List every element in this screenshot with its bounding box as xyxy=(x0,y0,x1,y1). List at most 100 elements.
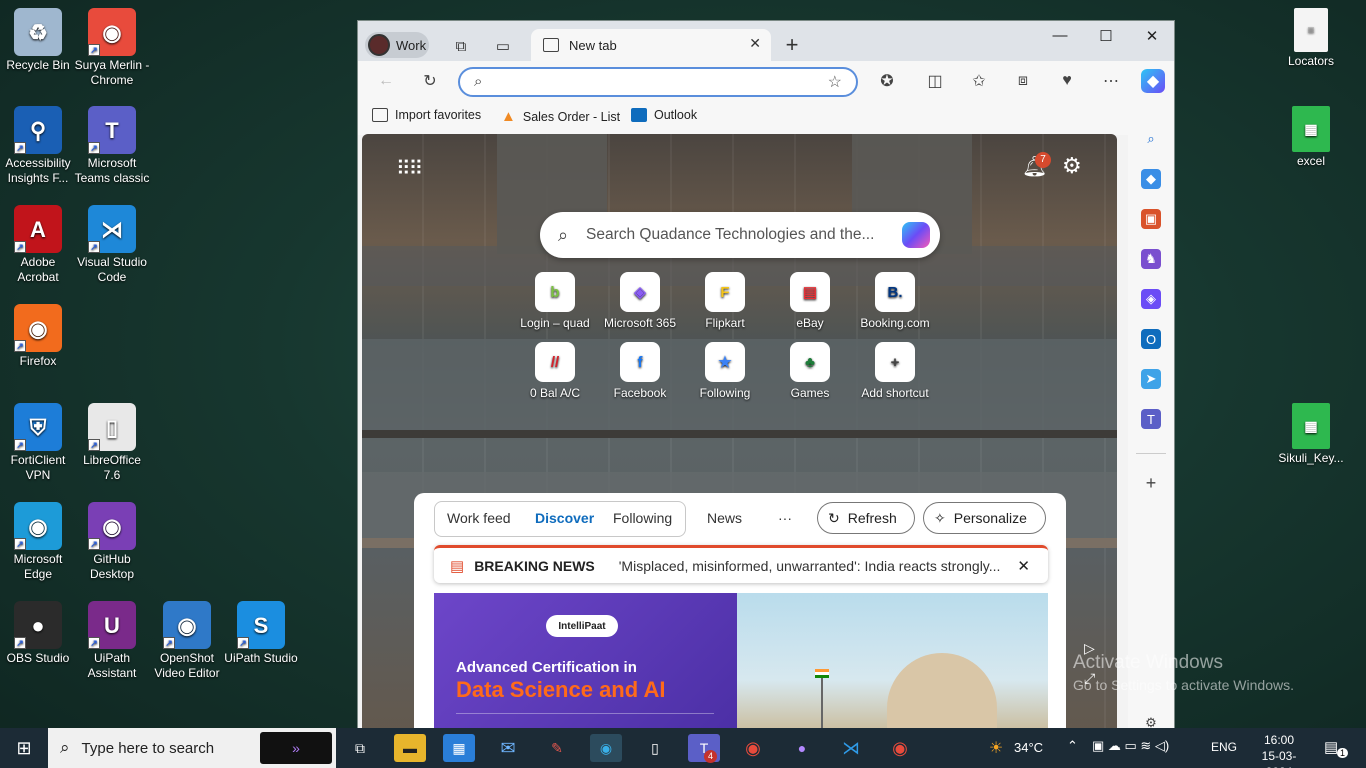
shortcut-tile[interactable]: f Facebook xyxy=(600,342,680,400)
desktop-icon-label: UiPath Studio xyxy=(224,651,298,665)
close-window-icon[interactable]: ✕ xyxy=(1132,27,1172,45)
sidebar-tools-icon[interactable]: ▣ xyxy=(1141,209,1161,229)
back-arrow-icon[interactable]: ← xyxy=(372,69,400,93)
more-menu-icon[interactable]: ⋯ xyxy=(1097,69,1125,93)
split-screen-icon[interactable]: ◫ xyxy=(921,69,949,93)
minimize-icon[interactable]: — xyxy=(1040,27,1080,44)
sidebar-teams-icon[interactable]: T xyxy=(1141,409,1161,429)
paint-icon[interactable]: ✎ xyxy=(541,734,573,762)
language-indicator[interactable]: ENG xyxy=(1211,740,1237,754)
tab-news[interactable]: News xyxy=(707,510,742,526)
shortcut-tile[interactable]: ▤ eBay xyxy=(770,272,850,330)
refresh-button[interactable]: ↻ Refresh xyxy=(817,502,915,534)
chrome-taskbar-icon[interactable]: ◉ xyxy=(737,734,769,762)
sidebar-games-icon[interactable]: ♞ xyxy=(1141,249,1161,269)
windows-start-icon[interactable]: ⊞ xyxy=(8,734,40,762)
favorite-outlook[interactable]: Outlook xyxy=(631,108,697,122)
notepad-icon[interactable]: ▯ xyxy=(639,734,671,762)
shortcut-tile[interactable]: ♣ Games xyxy=(770,342,850,400)
shortcut-icon: ♣ xyxy=(790,342,830,382)
edge-taskbar-icon[interactable]: ◉ xyxy=(590,734,622,762)
shortcut-tile[interactable]: ★ Following xyxy=(685,342,765,400)
favorites-icon[interactable]: ✩ xyxy=(965,69,993,93)
desktop-icon-firefox[interactable]: ◉ ↗ Firefox xyxy=(0,304,76,369)
spreadsheet-icon: ▦ xyxy=(1292,106,1330,152)
desktop-icon-vscode[interactable]: ⋊ ↗ Visual Studio Code xyxy=(74,205,150,285)
desktop-icon-libreoffice[interactable]: ▯ ↗ LibreOffice 7.6 xyxy=(74,403,150,483)
profile-button[interactable]: Work xyxy=(365,32,429,58)
shortcut-tile[interactable]: b Login – quad xyxy=(515,272,595,330)
extensions-icon[interactable]: ✪ xyxy=(873,69,901,93)
desktop-icon-uipath-studio[interactable]: S ↗ UiPath Studio xyxy=(223,601,299,666)
desktop-icon-recycle-bin[interactable]: ♻ Recycle Bin xyxy=(0,8,76,73)
weather-temp[interactable]: 34°C xyxy=(1014,740,1043,755)
shortcut-tile[interactable]: + Add shortcut xyxy=(855,342,935,400)
sidebar-drop-icon[interactable]: ➤ xyxy=(1141,369,1161,389)
shortcut-arrow-icon: ↗ xyxy=(88,538,100,550)
shortcut-tile[interactable]: F Flipkart xyxy=(685,272,765,330)
desktop-icon-accessibility-insights[interactable]: ⚲ ↗ Accessibility Insights F... xyxy=(0,106,76,186)
favorite-sales-order[interactable]: ▲ Sales Order - List xyxy=(501,108,620,125)
desktop-icon-locators[interactable]: ≡ Locators xyxy=(1273,8,1349,69)
address-bar[interactable]: ⌕ ☆ xyxy=(458,67,858,97)
shortcut-tile[interactable]: // 0 Bal A/C xyxy=(515,342,595,400)
collections-icon[interactable]: ⧈ xyxy=(1009,69,1037,93)
mail-icon[interactable]: ✉ xyxy=(492,734,524,762)
web-search-box[interactable]: ⌕ Search Quadance Technologies and the..… xyxy=(540,212,940,258)
task-view-icon[interactable]: ⧉ xyxy=(344,734,376,762)
desktop-icon-uipath-assistant[interactable]: U ↗ UiPath Assistant xyxy=(74,601,150,681)
shortcut-tile[interactable]: B. Booking.com xyxy=(855,272,935,330)
settings-gear-icon[interactable]: ⚙ xyxy=(1062,153,1082,179)
sidebar-m365-icon[interactable]: ◈ xyxy=(1141,289,1161,309)
desktop-icon-teams[interactable]: T ↗ Microsoft Teams classic xyxy=(74,106,150,186)
tab-following[interactable]: Following xyxy=(613,510,672,526)
desktop-icon-chrome[interactable]: ◉ ↗ Surya Merlin - Chrome xyxy=(74,8,150,88)
show-hidden-icons-icon[interactable]: ⌃ xyxy=(1067,738,1078,754)
copilot-search-icon[interactable] xyxy=(902,222,930,248)
dismiss-news-icon[interactable]: ✕ xyxy=(1017,557,1030,575)
sidebar-outlook-icon[interactable]: O xyxy=(1141,329,1161,349)
desktop-icon-excel[interactable]: ▦ excel xyxy=(1273,106,1349,169)
breaking-news-banner[interactable]: ▤ BREAKING NEWS 'Misplaced, misinformed,… xyxy=(434,545,1048,583)
tray-apps-icons[interactable]: ▣ ☁ ▭ ≋ ◁) xyxy=(1092,738,1169,754)
promo-card[interactable]: IntelliPaat Advanced Certification in Da… xyxy=(434,593,1048,729)
vscode-taskbar-icon[interactable]: ⋊ xyxy=(835,734,867,762)
file-explorer-icon[interactable]: ▬ xyxy=(394,734,426,762)
chrome-profile-taskbar-icon[interactable]: ◉ xyxy=(884,734,916,762)
more-tabs-icon[interactable]: ··· xyxy=(778,510,792,526)
desktop-icon-github-desktop[interactable]: ◉ ↗ GitHub Desktop xyxy=(74,502,150,582)
desktop-icon-obs[interactable]: ● ↗ OBS Studio xyxy=(0,601,76,666)
github-taskbar-icon[interactable]: ● xyxy=(786,734,818,762)
weather-icon[interactable]: ☀ xyxy=(980,734,1012,762)
new-tab-page: ⠿⠿ 🔔︎ 7 ⚙ ⌕ Search Quadance Technologies… xyxy=(362,134,1117,729)
personalize-button[interactable]: ✧ Personalize xyxy=(923,502,1046,534)
workspaces-icon[interactable]: ⧉ xyxy=(447,32,475,60)
desktop-icon-forticlient[interactable]: ⛨ ↗ FortiClient VPN xyxy=(0,403,76,483)
vertical-tabs-icon[interactable]: ▭ xyxy=(489,32,517,60)
desktop-icon-label: Accessibility Insights F... xyxy=(5,156,71,185)
tab-discover[interactable]: Discover xyxy=(535,510,594,526)
favorite-import[interactable]: Import favorites xyxy=(372,108,481,122)
close-tab-icon[interactable]: ✕ xyxy=(749,35,761,52)
app-launcher-icon[interactable]: ⠿⠿ xyxy=(396,156,423,181)
favorite-star-icon[interactable]: ☆ xyxy=(828,72,842,92)
sidebar-shopping-icon[interactable]: ◆ xyxy=(1141,169,1161,189)
sidebar-add-icon[interactable]: + xyxy=(1141,473,1161,493)
sidebar-search-icon[interactable]: ⌕ xyxy=(1141,129,1161,149)
address-input[interactable] xyxy=(500,74,830,89)
store-icon[interactable]: ▦ xyxy=(443,734,475,762)
desktop-icon-edge[interactable]: ◉ ↗ Microsoft Edge xyxy=(0,502,76,582)
refresh-icon[interactable]: ↻ xyxy=(416,69,444,93)
browser-essentials-icon[interactable]: ♥ xyxy=(1053,69,1081,93)
maximize-icon[interactable]: ☐ xyxy=(1086,27,1126,45)
new-tab-plus-icon[interactable]: + xyxy=(778,31,806,59)
tab-new-tab[interactable]: New tab ✕ xyxy=(531,29,771,61)
desktop-icon-openshot[interactable]: ◉ ↗ OpenShot Video Editor xyxy=(149,601,225,681)
desktop-icon-sikuli[interactable]: ▦ Sikuli_Key... xyxy=(1273,403,1349,466)
copilot-icon[interactable]: ◆ xyxy=(1141,69,1165,93)
taskbar-search[interactable]: ⌕ Type here to search » xyxy=(48,728,336,768)
clock[interactable]: 16:00 15-03-2024 xyxy=(1252,732,1306,768)
desktop-icon-acrobat[interactable]: A ↗ Adobe Acrobat xyxy=(0,205,76,285)
tab-work-feed[interactable]: Work feed xyxy=(447,510,511,526)
shortcut-tile[interactable]: ◈ Microsoft 365 xyxy=(600,272,680,330)
